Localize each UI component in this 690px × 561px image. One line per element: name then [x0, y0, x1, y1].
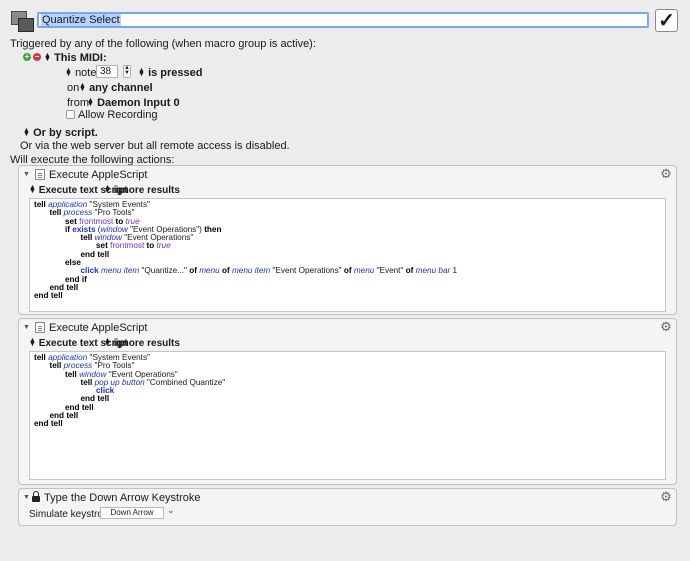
action-panel-applescript-2: ▼ Execute AppleScript ⚙ ▲ ▼ Execute text …: [18, 318, 677, 485]
disclosure-triangle-icon[interactable]: ▼: [23, 171, 30, 178]
updown-arrows-icon: ▲ ▼: [79, 82, 86, 94]
allow-recording-checkbox[interactable]: [66, 110, 75, 119]
code-token: menu: [353, 266, 375, 276]
code-token: menu item: [101, 266, 140, 276]
code-token: 1: [450, 266, 458, 276]
note-popup[interactable]: ▲ ▼ note: [65, 67, 96, 79]
code-line: end tell: [34, 395, 661, 403]
remove-trigger-button[interactable]: −: [33, 53, 41, 61]
action-title: Type the Down Arrow Keystroke: [44, 492, 201, 504]
keystroke-field[interactable]: Down Arrow: [100, 507, 164, 519]
code-line: tell pop up button "Combined Quantize": [34, 377, 661, 387]
code-token: else: [65, 258, 81, 268]
results-popup[interactable]: ▲ ▼ ignore results: [104, 337, 180, 349]
code-token: of: [343, 266, 354, 276]
code-token: tell: [65, 369, 80, 379]
results-popup[interactable]: ▲ ▼ ignore results: [104, 184, 180, 196]
code-token: end tell: [34, 291, 63, 301]
code-line: end tell: [34, 249, 661, 259]
code-token: menu bar: [415, 266, 451, 276]
updown-arrows-icon: ▲ ▼: [104, 184, 111, 196]
gear-icon[interactable]: ⚙: [660, 320, 672, 333]
chevron-down-icon[interactable]: ⌄: [167, 505, 175, 516]
code-token: "Combined Quantize": [144, 377, 226, 387]
code-line: end tell: [34, 292, 661, 300]
action-panel-keystroke: ▼ Type the Down Arrow Keystroke ⚙ Simula…: [18, 488, 677, 526]
code-token: of: [189, 266, 200, 276]
code-token: "Event": [374, 266, 406, 276]
disclosure-triangle-icon[interactable]: ▼: [23, 494, 30, 501]
updown-arrows-icon: ▲ ▼: [104, 337, 111, 349]
midi-trigger-popup[interactable]: ▲ ▼ This MIDI:: [44, 52, 107, 64]
code-line: end tell: [34, 411, 661, 420]
code-token: menu: [199, 266, 220, 276]
updown-arrows-icon: ▲ ▼: [87, 97, 94, 109]
code-token: menu item: [231, 266, 271, 276]
code-token: frontmost: [110, 241, 145, 251]
code-line: end tell: [34, 283, 661, 292]
applescript-icon: [35, 169, 45, 180]
updown-arrows-icon: ▲ ▼: [138, 67, 145, 79]
code-token: tell: [34, 353, 49, 362]
macro-title-text: Quantize Select: [41, 14, 121, 26]
code-line: end tell: [34, 420, 661, 428]
code-line: click: [34, 387, 661, 395]
updown-arrows-icon: ▲ ▼: [23, 127, 30, 139]
add-trigger-button[interactable]: +: [23, 53, 31, 61]
code-line: end if: [34, 275, 661, 284]
updown-arrows-icon: ▲ ▼: [29, 184, 36, 196]
or-script-popup[interactable]: ▲ ▼ Or by script.: [23, 127, 98, 139]
updown-arrows-icon: ▲ ▼: [29, 337, 36, 349]
code-token: true: [156, 241, 171, 251]
action-title: Execute AppleScript: [49, 169, 148, 181]
lock-icon: [32, 491, 40, 502]
web-server-note: Or via the web server but all remote acc…: [20, 140, 290, 152]
from-label: from: [67, 97, 89, 109]
macro-icon: [10, 10, 34, 32]
code-token: tell: [80, 233, 95, 243]
pressed-popup[interactable]: ▲ ▼ is pressed: [138, 67, 202, 79]
note-number-input[interactable]: 38: [96, 65, 118, 78]
allow-recording-label: Allow Recording: [78, 109, 158, 121]
gear-icon[interactable]: ⚙: [660, 167, 672, 180]
gear-icon[interactable]: ⚙: [660, 490, 672, 503]
updown-arrows-icon: ▲ ▼: [44, 52, 51, 64]
code-line: end tell: [34, 403, 661, 412]
code-line: set frontmost to true: [34, 242, 661, 250]
script-editor[interactable]: tell application "System Events" tell pro…: [29, 198, 666, 312]
action-panel-applescript-1: ▼ Execute AppleScript ⚙ ▲ ▼ Execute text …: [18, 165, 677, 315]
code-token: then: [204, 224, 222, 234]
macro-title-input[interactable]: Quantize Select: [37, 12, 649, 28]
code-token: tell: [34, 200, 49, 209]
code-token: tell: [49, 361, 64, 371]
code-token: tell: [80, 377, 95, 387]
code-token: tell: [49, 208, 64, 218]
on-label: on: [67, 82, 80, 94]
note-stepper[interactable]: ▲ ▼: [123, 65, 131, 78]
code-token: of: [219, 266, 232, 276]
code-token: of: [405, 266, 416, 276]
code-token: "Quantize...": [139, 266, 190, 276]
code-line: click menu item "Quantize..." of menu of…: [34, 267, 661, 275]
code-token: "Event Operations": [270, 266, 344, 276]
applescript-icon: [35, 322, 45, 333]
code-token: end tell: [80, 249, 110, 259]
midi-source-popup[interactable]: ▲ ▼ Daemon Input 0: [87, 97, 180, 109]
action-title: Execute AppleScript: [49, 322, 148, 334]
code-token: end tell: [34, 419, 63, 429]
script-editor[interactable]: tell application "System Events" tell pro…: [29, 351, 666, 480]
code-token: to: [144, 241, 157, 251]
channel-popup[interactable]: ▲ ▼ any channel: [79, 82, 153, 94]
disclosure-triangle-icon[interactable]: ▼: [23, 324, 30, 331]
updown-arrows-icon: ▲ ▼: [65, 67, 72, 79]
macro-enabled-checkmark[interactable]: ✓: [655, 9, 678, 32]
triggers-heading: Triggered by any of the following (when …: [10, 38, 316, 50]
